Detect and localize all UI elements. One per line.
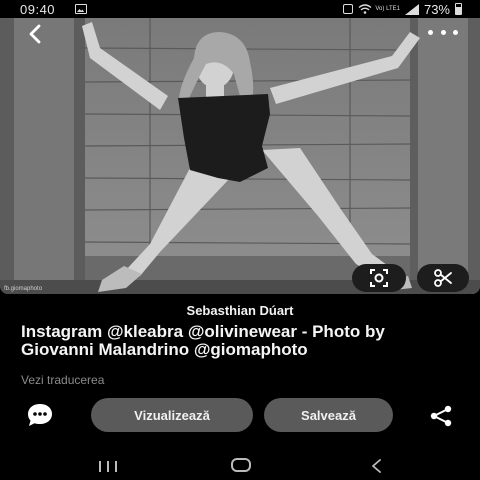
recents-button[interactable] xyxy=(99,461,117,472)
pin-image[interactable]: fb.giomaphoto xyxy=(0,18,480,294)
network-label: Vo) LTE1 xyxy=(375,6,400,12)
system-back-button[interactable] xyxy=(370,459,382,473)
photo-watermark: fb.giomaphoto xyxy=(4,286,43,292)
visual-search-icon xyxy=(370,269,388,287)
signal-icon xyxy=(404,3,419,15)
save-button[interactable]: Salvează xyxy=(264,398,393,432)
back-button[interactable] xyxy=(24,22,48,46)
pin-caption: Instagram @kleabra @olivinewear - Photo … xyxy=(21,322,385,359)
dancer-photo xyxy=(0,18,480,294)
translate-link[interactable]: Vezi traducerea xyxy=(21,373,104,387)
view-button[interactable]: Vizualizează xyxy=(91,398,253,432)
battery-percent: 73% xyxy=(423,1,450,17)
comment-button[interactable] xyxy=(26,402,54,428)
scissors-icon xyxy=(434,269,452,287)
more-dots-icon xyxy=(428,29,433,35)
status-indicators: Vo) LTE1 73% xyxy=(343,1,450,17)
cutout-button[interactable] xyxy=(417,264,469,292)
home-button[interactable] xyxy=(231,458,251,472)
gallery-notification-icon xyxy=(75,4,87,14)
alarm-icon xyxy=(343,4,354,14)
author-name[interactable]: Sebasthian Dúart xyxy=(0,303,480,318)
more-options-button[interactable] xyxy=(428,24,458,40)
share-icon xyxy=(430,405,452,427)
comment-bubble-icon xyxy=(28,404,52,426)
battery-icon xyxy=(455,3,462,15)
share-button[interactable] xyxy=(428,404,454,428)
wifi-icon xyxy=(358,4,372,14)
status-time: 09:40 xyxy=(20,2,56,17)
status-bar: 09:40 Vo) LTE1 73% xyxy=(0,0,480,18)
visual-search-button[interactable] xyxy=(352,264,406,292)
recents-icon xyxy=(99,461,101,472)
